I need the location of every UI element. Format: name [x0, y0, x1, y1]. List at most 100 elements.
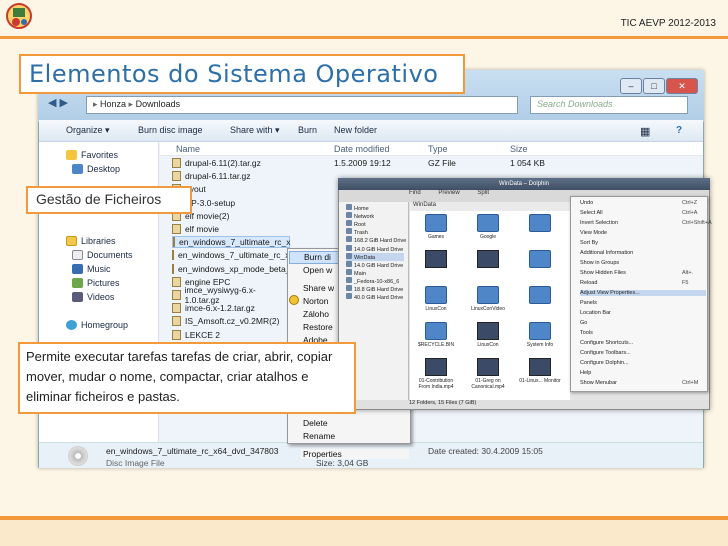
context-item-delete[interactable]: Delete: [303, 418, 328, 428]
burn-disc-image-button[interactable]: Burn disc image: [138, 125, 203, 135]
nav-videos[interactable]: Videos: [72, 292, 114, 302]
dolphin-menu-item[interactable]: Select All: [580, 210, 603, 216]
dolphin-place-item[interactable]: Trash: [346, 228, 368, 236]
dolphin-place-item[interactable]: Main: [346, 268, 366, 277]
dolphin-place-item[interactable]: Network: [346, 212, 374, 220]
address-bar[interactable]: ▸ Honza ▸ Downloads: [86, 96, 518, 114]
new-folder-button[interactable]: New folder: [334, 125, 377, 135]
minimize-button[interactable]: –: [620, 78, 642, 94]
dolphin-menu-item[interactable]: Tools: [580, 330, 593, 336]
organize-button[interactable]: Organize ▾: [66, 125, 110, 136]
table-row[interactable]: imce-6.x-1.2.tar.gz: [172, 302, 284, 314]
media-thumbnail[interactable]: [477, 358, 499, 376]
dolphin-menu-item[interactable]: Location Bar: [580, 310, 611, 316]
dolphin-menu-item[interactable]: Additional Information: [580, 250, 633, 256]
folder-icon[interactable]: [425, 214, 447, 232]
nav-libraries[interactable]: Libraries: [66, 236, 116, 246]
dolphin-menu-item[interactable]: Configure Dolphin...: [580, 360, 629, 366]
context-item-share-with[interactable]: Share w: [303, 283, 334, 293]
details-size: Size: 3,04 GB: [316, 458, 369, 468]
dolphin-place-item[interactable]: 14.0 GiB Hard Drive: [346, 260, 403, 269]
column-type[interactable]: Type: [428, 144, 448, 154]
table-row[interactable]: elf movie: [172, 223, 284, 235]
column-size[interactable]: Size: [510, 144, 528, 154]
context-item-restore[interactable]: Restore: [303, 322, 333, 332]
dolphin-menu-item[interactable]: Reload: [580, 280, 597, 286]
dolphin-menu-item[interactable]: Show Menubar: [580, 380, 617, 386]
context-item-burn[interactable]: Burn di: [289, 251, 339, 264]
dolphin-menu-item[interactable]: Undo: [580, 200, 593, 206]
dolphin-menu-item[interactable]: Panels: [580, 300, 597, 306]
course-label: TIC AEVP 2012-2013: [620, 18, 716, 29]
nav-documents[interactable]: Documents: [72, 250, 133, 260]
maximize-button[interactable]: □: [643, 78, 665, 94]
dolphin-place-item[interactable]: 14.0 GiB Hard Drive: [346, 244, 403, 253]
dolphin-item-label: 01-Contribution From India.mp4: [418, 378, 454, 390]
help-icon[interactable]: ?: [676, 125, 682, 136]
table-row[interactable]: drupal-6.11(2).tar.gz: [172, 157, 284, 169]
dolphin-location[interactable]: WinData: [410, 202, 570, 211]
dolphin-menu-item[interactable]: Configure Toolbars...: [580, 350, 631, 356]
dolphin-menu-item[interactable]: View Mode: [580, 230, 607, 236]
share-with-button[interactable]: Share with ▾: [230, 125, 280, 136]
media-thumbnail[interactable]: [425, 358, 447, 376]
media-thumbnail[interactable]: [529, 358, 551, 376]
nav-favorites[interactable]: Favorites: [66, 150, 118, 160]
media-thumbnail[interactable]: [425, 250, 447, 268]
nav-homegroup[interactable]: Homegroup: [66, 320, 128, 330]
dolphin-place-item[interactable]: Home: [346, 204, 369, 212]
column-name[interactable]: Name: [176, 144, 200, 154]
media-thumbnail[interactable]: [477, 250, 499, 268]
breadcrumb-honza[interactable]: Honza: [100, 99, 126, 109]
dolphin-preview-button[interactable]: Preview: [438, 190, 459, 196]
dolphin-menu-item[interactable]: Adjust View Properties...: [580, 290, 706, 296]
table-row[interactable]: IS_Amsoft.cz_v0.2MR(2): [172, 315, 284, 327]
dolphin-menu-item[interactable]: Help: [580, 370, 591, 376]
close-button[interactable]: ✕: [666, 78, 698, 94]
nav-pictures[interactable]: Pictures: [72, 278, 120, 288]
folder-icon[interactable]: [425, 322, 447, 340]
file-type: GZ File: [428, 158, 456, 168]
dolphin-menu-item[interactable]: Configure Shortcuts...: [580, 340, 633, 346]
nav-music[interactable]: Music: [72, 264, 111, 274]
folder-icon[interactable]: [477, 214, 499, 232]
folder-icon[interactable]: [529, 250, 551, 268]
burn-button[interactable]: Burn: [298, 125, 317, 135]
dolphin-place-item[interactable]: 40.0 GiB Hard Drive: [346, 293, 403, 301]
dolphin-split-button[interactable]: Split: [477, 190, 489, 196]
dolphin-place-item[interactable]: WinData: [346, 252, 404, 261]
dolphin-menu-item[interactable]: Go: [580, 320, 587, 326]
context-item-rename[interactable]: Rename: [303, 431, 335, 441]
folder-icon[interactable]: [425, 286, 447, 304]
search-input[interactable]: Search Downloads: [530, 96, 688, 114]
folder-icon[interactable]: [529, 286, 551, 304]
dolphin-place-item[interactable]: 168.2 GiB Hard Drive: [346, 236, 406, 244]
context-item-backup[interactable]: Záloho: [303, 309, 329, 319]
table-row[interactable]: en_windows_7_ultimate_rc_x: [172, 236, 291, 249]
media-thumbnail[interactable]: [477, 322, 499, 340]
back-forward-icon[interactable]: ◀ ▶: [48, 96, 68, 109]
dolphin-menu-item[interactable]: Show in Groups: [580, 260, 619, 266]
folder-icon[interactable]: [529, 214, 551, 232]
dolphin-place-item[interactable]: _Fedora-10-x86_6: [346, 276, 399, 285]
table-row[interactable]: LEKCE 2: [172, 329, 284, 341]
table-row[interactable]: imce_wysiwyg-6.x-1.0.tar.gz: [172, 285, 284, 305]
column-date-modified[interactable]: Date modified: [334, 144, 390, 154]
dolphin-find-button[interactable]: Find: [409, 190, 421, 196]
folder-icon[interactable]: [529, 322, 551, 340]
folder-icon[interactable]: [477, 286, 499, 304]
view-options-icon[interactable]: ▦: [640, 125, 650, 138]
dolphin-menu-item[interactable]: Show Hidden Files: [580, 270, 626, 276]
context-item-open-with[interactable]: Open w: [303, 265, 332, 275]
context-item-norton[interactable]: Norton: [303, 296, 329, 306]
table-row[interactable]: en_windows_7_ultimate_rc_x: [172, 249, 290, 261]
dolphin-menu-item[interactable]: Invert Selection: [580, 220, 618, 226]
context-item-properties[interactable]: Properties: [301, 449, 409, 459]
table-row[interactable]: en_windows_xp_mode_beta_: [172, 263, 290, 275]
breadcrumb-downloads[interactable]: Downloads: [136, 99, 181, 109]
dolphin-place-item[interactable]: Root: [346, 220, 366, 228]
nav-desktop[interactable]: Desktop: [72, 164, 120, 174]
dolphin-menu-item[interactable]: Sort By: [580, 240, 598, 246]
table-row[interactable]: drupal-6.11.tar.gz: [172, 170, 284, 182]
dolphin-place-item[interactable]: 18.8 GiB Hard Drive: [346, 285, 403, 293]
